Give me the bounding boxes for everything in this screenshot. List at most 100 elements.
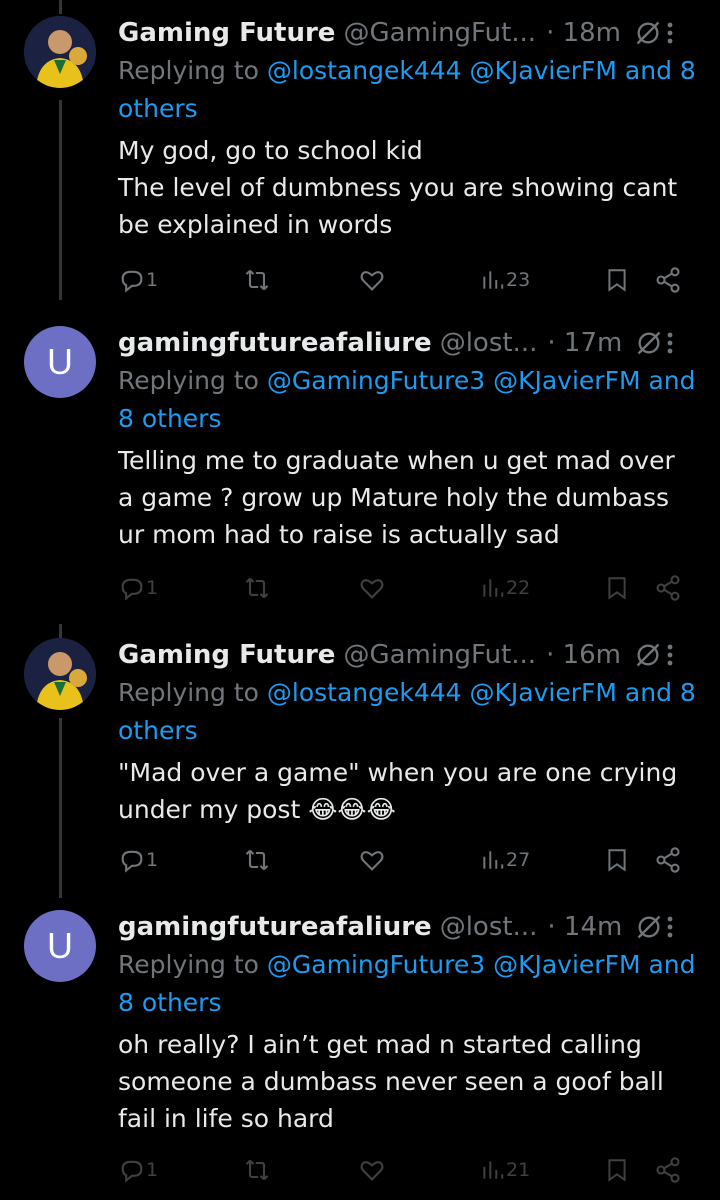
retweet-button[interactable]	[242, 840, 272, 880]
bookmark-button[interactable]	[604, 260, 630, 300]
reply-button[interactable]: 1	[118, 840, 158, 880]
thread-line	[59, 624, 62, 638]
reply-button[interactable]: 1	[118, 260, 158, 300]
retweet-button[interactable]	[242, 1150, 272, 1190]
views-icon	[483, 1161, 504, 1179]
timestamp[interactable]: · 14m	[547, 912, 622, 942]
grok-icon[interactable]	[633, 18, 663, 48]
views-icon	[483, 579, 504, 597]
timestamp[interactable]: · 17m	[547, 328, 622, 358]
author-handle[interactable]: @lost...	[440, 328, 538, 358]
replying-to: Replying to @GamingFuture3 @KJavierFM an…	[118, 946, 698, 1022]
reply-icon	[121, 1160, 143, 1183]
share-button[interactable]	[654, 568, 682, 608]
more-options-icon[interactable]	[660, 640, 680, 670]
reply-others-link[interactable]: 8 others	[118, 404, 221, 433]
thread-line	[59, 0, 62, 14]
retweet-button[interactable]	[242, 568, 272, 608]
views-count: 27	[506, 849, 531, 871]
tweet-text: oh really? I ain’t get mad n started cal…	[118, 1030, 664, 1133]
share-icon	[656, 847, 680, 873]
replying-to: Replying to @lostangek444 @KJavierFM and…	[118, 52, 698, 128]
bookmark-icon	[608, 269, 626, 292]
like-button[interactable]	[358, 840, 386, 880]
avatar[interactable]: U	[24, 326, 96, 398]
reply-mentions[interactable]: @lostangek444 @KJavierFM	[267, 56, 617, 85]
views-icon	[483, 271, 504, 289]
avatar[interactable]	[24, 16, 96, 88]
retweet-icon	[245, 577, 269, 599]
thread-line	[59, 718, 62, 898]
reply-icon	[121, 578, 143, 601]
thread-line	[59, 100, 62, 300]
retweet-icon	[245, 1159, 269, 1181]
share-icon	[656, 1157, 680, 1183]
bookmark-icon	[608, 849, 626, 872]
more-options-icon[interactable]	[660, 328, 680, 358]
author-handle[interactable]: @lost...	[440, 912, 538, 942]
heart-icon	[360, 271, 384, 291]
retweet-button[interactable]	[242, 260, 272, 300]
views-count: 22	[506, 577, 531, 599]
views-button[interactable]: 23	[480, 260, 530, 300]
like-button[interactable]	[358, 1150, 386, 1190]
views-count: 21	[506, 1159, 531, 1181]
avatar-letter: U	[47, 341, 73, 382]
replying-to: Replying to @lostangek444 @KJavierFM and…	[118, 674, 698, 750]
grok-icon[interactable]	[633, 640, 663, 670]
author-name[interactable]: Gaming Future	[118, 640, 335, 670]
views-button[interactable]: 27	[480, 840, 530, 880]
tweet-text: "Mad over a game" when you are one cryin…	[118, 758, 678, 824]
bookmark-button[interactable]	[604, 840, 630, 880]
reply-mentions[interactable]: @lostangek444 @KJavierFM	[267, 678, 617, 707]
timestamp[interactable]: · 16m	[546, 640, 621, 670]
author-name[interactable]: gamingfutureafaliure	[118, 912, 432, 942]
views-button[interactable]: 21	[480, 1150, 530, 1190]
heart-icon	[360, 851, 384, 871]
reply-button[interactable]: 1	[118, 1150, 158, 1190]
avatar-letter: U	[47, 925, 73, 966]
author-handle[interactable]: @GamingFut...	[343, 18, 536, 48]
share-icon	[656, 267, 680, 293]
views-button[interactable]: 22	[480, 568, 530, 608]
views-count: 23	[506, 269, 531, 291]
like-button[interactable]	[358, 568, 386, 608]
bookmark-icon	[608, 1159, 626, 1182]
share-button[interactable]	[654, 260, 682, 300]
tweet-text: My god, go to school kid The level of du…	[118, 136, 678, 239]
author-name[interactable]: gamingfutureafaliure	[118, 328, 432, 358]
reply-and: and	[624, 56, 672, 85]
bookmark-button[interactable]	[604, 1150, 630, 1190]
reply-and: and	[624, 678, 672, 707]
reply-icon	[121, 270, 143, 293]
avatar[interactable]: U	[24, 910, 96, 982]
share-button[interactable]	[654, 840, 682, 880]
reply-mentions[interactable]: @GamingFuture3 @KJavierFM	[267, 366, 641, 395]
author-handle[interactable]: @GamingFut...	[343, 640, 536, 670]
reply-icon	[121, 850, 143, 873]
share-button[interactable]	[654, 1150, 682, 1190]
retweet-icon	[245, 849, 269, 871]
more-options-icon[interactable]	[660, 912, 680, 942]
reply-button[interactable]: 1	[118, 568, 158, 608]
heart-icon	[360, 579, 384, 599]
avatar[interactable]	[24, 638, 96, 710]
reply-and: and	[648, 366, 696, 395]
replying-to-label: Replying to	[118, 56, 259, 85]
heart-icon	[360, 1161, 384, 1181]
timestamp[interactable]: · 18m	[546, 18, 621, 48]
author-name[interactable]: Gaming Future	[118, 18, 335, 48]
replying-to-label: Replying to	[118, 366, 259, 395]
retweet-icon	[245, 269, 269, 291]
reply-and: and	[648, 950, 696, 979]
reply-count: 1	[146, 1159, 159, 1181]
reply-mentions[interactable]: @GamingFuture3 @KJavierFM	[267, 950, 641, 979]
more-options-icon[interactable]	[660, 18, 680, 48]
bookmark-button[interactable]	[604, 568, 630, 608]
replying-to: Replying to @GamingFuture3 @KJavierFM an…	[118, 362, 698, 438]
reply-count: 1	[146, 577, 159, 599]
replying-to-label: Replying to	[118, 678, 259, 707]
like-button[interactable]	[358, 260, 386, 300]
tweet-text: Telling me to graduate when u get mad ov…	[118, 446, 675, 549]
reply-others-link[interactable]: 8 others	[118, 988, 221, 1017]
